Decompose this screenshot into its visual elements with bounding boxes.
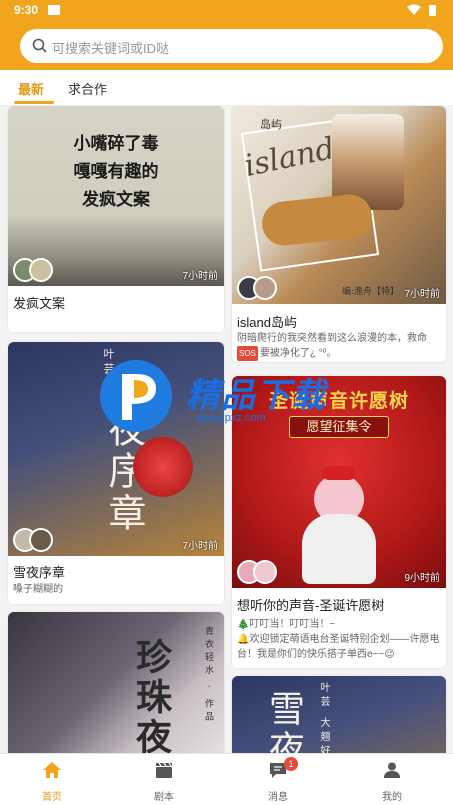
home-icon	[43, 762, 61, 778]
card-title[interactable]: 发疯文案	[13, 293, 65, 312]
tab-latest[interactable]: 最新	[18, 79, 44, 98]
nav-home[interactable]: 首页	[22, 762, 82, 803]
status-bar: 9:30	[0, 0, 453, 20]
nav-profile[interactable]: 我的	[362, 762, 422, 803]
avatar[interactable]	[29, 528, 53, 552]
status-time: 9:30	[14, 3, 39, 17]
card-cover[interactable]: 小嘴碎了毒 嘎嘎有趣的 发疯文案 7小时前	[8, 106, 224, 286]
card-cover[interactable]: island 岛屿 编:渔舟【特】 7小时前	[232, 106, 446, 304]
post-time: 7小时前	[404, 289, 440, 300]
tab-bar: 最新 求合作	[0, 70, 453, 106]
card-subtitle: 嗓子糊糊的	[13, 584, 63, 595]
avatar[interactable]	[253, 276, 277, 300]
system-status-icons	[407, 4, 436, 16]
card-title[interactable]: 雪夜序章	[13, 562, 65, 581]
search-bar[interactable]: 可搜索关键词或ID哒	[20, 29, 443, 63]
post-time: 9小时前	[404, 573, 440, 584]
bottom-nav: 首页 剧本 1 消息 我的	[0, 753, 453, 805]
author-avatars[interactable]	[13, 528, 55, 552]
card-title[interactable]: 想听你的声音-圣诞许愿树	[237, 595, 384, 614]
anime-character	[302, 466, 376, 584]
watermark-title: 精品下载	[186, 377, 326, 415]
cover-title: 珍珠夜	[130, 638, 172, 753]
card-island[interactable]: island 岛屿 编:渔舟【特】 7小时前 island岛屿 阴暗爬行的我突然…	[232, 106, 446, 362]
card-title[interactable]: island岛屿	[237, 312, 297, 331]
tab-active-indicator	[14, 101, 54, 104]
post-time: 7小时前	[182, 271, 218, 282]
cover-author: 青衣轻水 · 作品	[203, 626, 213, 725]
card-cover[interactable]: 雪夜 叶芸 大翘好	[232, 676, 446, 753]
avatar[interactable]	[29, 258, 53, 282]
nav-profile-label: 我的	[382, 792, 402, 803]
user-icon	[384, 762, 400, 778]
nav-script[interactable]: 剧本	[134, 762, 194, 803]
cover-author: 叶芸 大翘好	[318, 682, 329, 753]
post-time: 7小时前	[182, 541, 218, 552]
nav-script-label: 剧本	[154, 792, 174, 803]
card-description-line1: 🎄叮叮当！叮叮当！~	[237, 619, 336, 630]
messages-badge: 1	[284, 757, 298, 771]
card-cover[interactable]: 珍珠夜 青衣轻水 · 作品	[8, 612, 224, 753]
nav-home-label: 首页	[42, 792, 62, 803]
avatar[interactable]	[253, 560, 277, 584]
cover-small-text: 岛屿	[260, 118, 282, 131]
card-description: 阴暗爬行的我突然看到这么浪漫的本，救命	[237, 333, 427, 344]
author-avatars[interactable]	[237, 276, 279, 300]
watermark-logo-icon	[100, 360, 172, 432]
battery-icon	[429, 5, 436, 16]
card-fafeng[interactable]: 小嘴碎了毒 嘎嘎有趣的 发疯文案 7小时前 发疯文案	[8, 106, 224, 332]
cover-credit: 编:渔舟【特】	[342, 287, 400, 297]
cover-title: 雪夜	[263, 690, 304, 753]
search-icon	[32, 38, 47, 53]
nav-messages[interactable]: 1 消息	[248, 757, 308, 803]
card-xueye-2[interactable]: 雪夜 叶芸 大翘好	[232, 676, 446, 753]
notification-icon	[48, 5, 60, 15]
clapperboard-icon	[156, 762, 172, 778]
author-avatars[interactable]	[237, 560, 279, 584]
watermark: 精品下载 www.jpxz.com	[100, 356, 360, 446]
wifi-icon	[407, 4, 421, 15]
card-zhenzhu[interactable]: 珍珠夜 青衣轻水 · 作品	[8, 612, 224, 753]
tab-collaboration[interactable]: 求合作	[68, 79, 107, 98]
cover-caption: 小嘴碎了毒 嘎嘎有趣的 发疯文案	[73, 134, 159, 210]
watermark-url: www.jpxz.com	[196, 412, 266, 424]
search-input[interactable]: 可搜索关键词或ID哒	[52, 38, 169, 57]
nav-messages-label: 消息	[268, 792, 288, 803]
top-bar: 可搜索关键词或ID哒	[0, 20, 453, 70]
card-description-line2: 🔔欢迎锁定萌语电台圣诞特别企划——许愿电台！我是你们的快乐搭子单西e~~😉	[237, 634, 440, 660]
author-avatars[interactable]	[13, 258, 55, 282]
